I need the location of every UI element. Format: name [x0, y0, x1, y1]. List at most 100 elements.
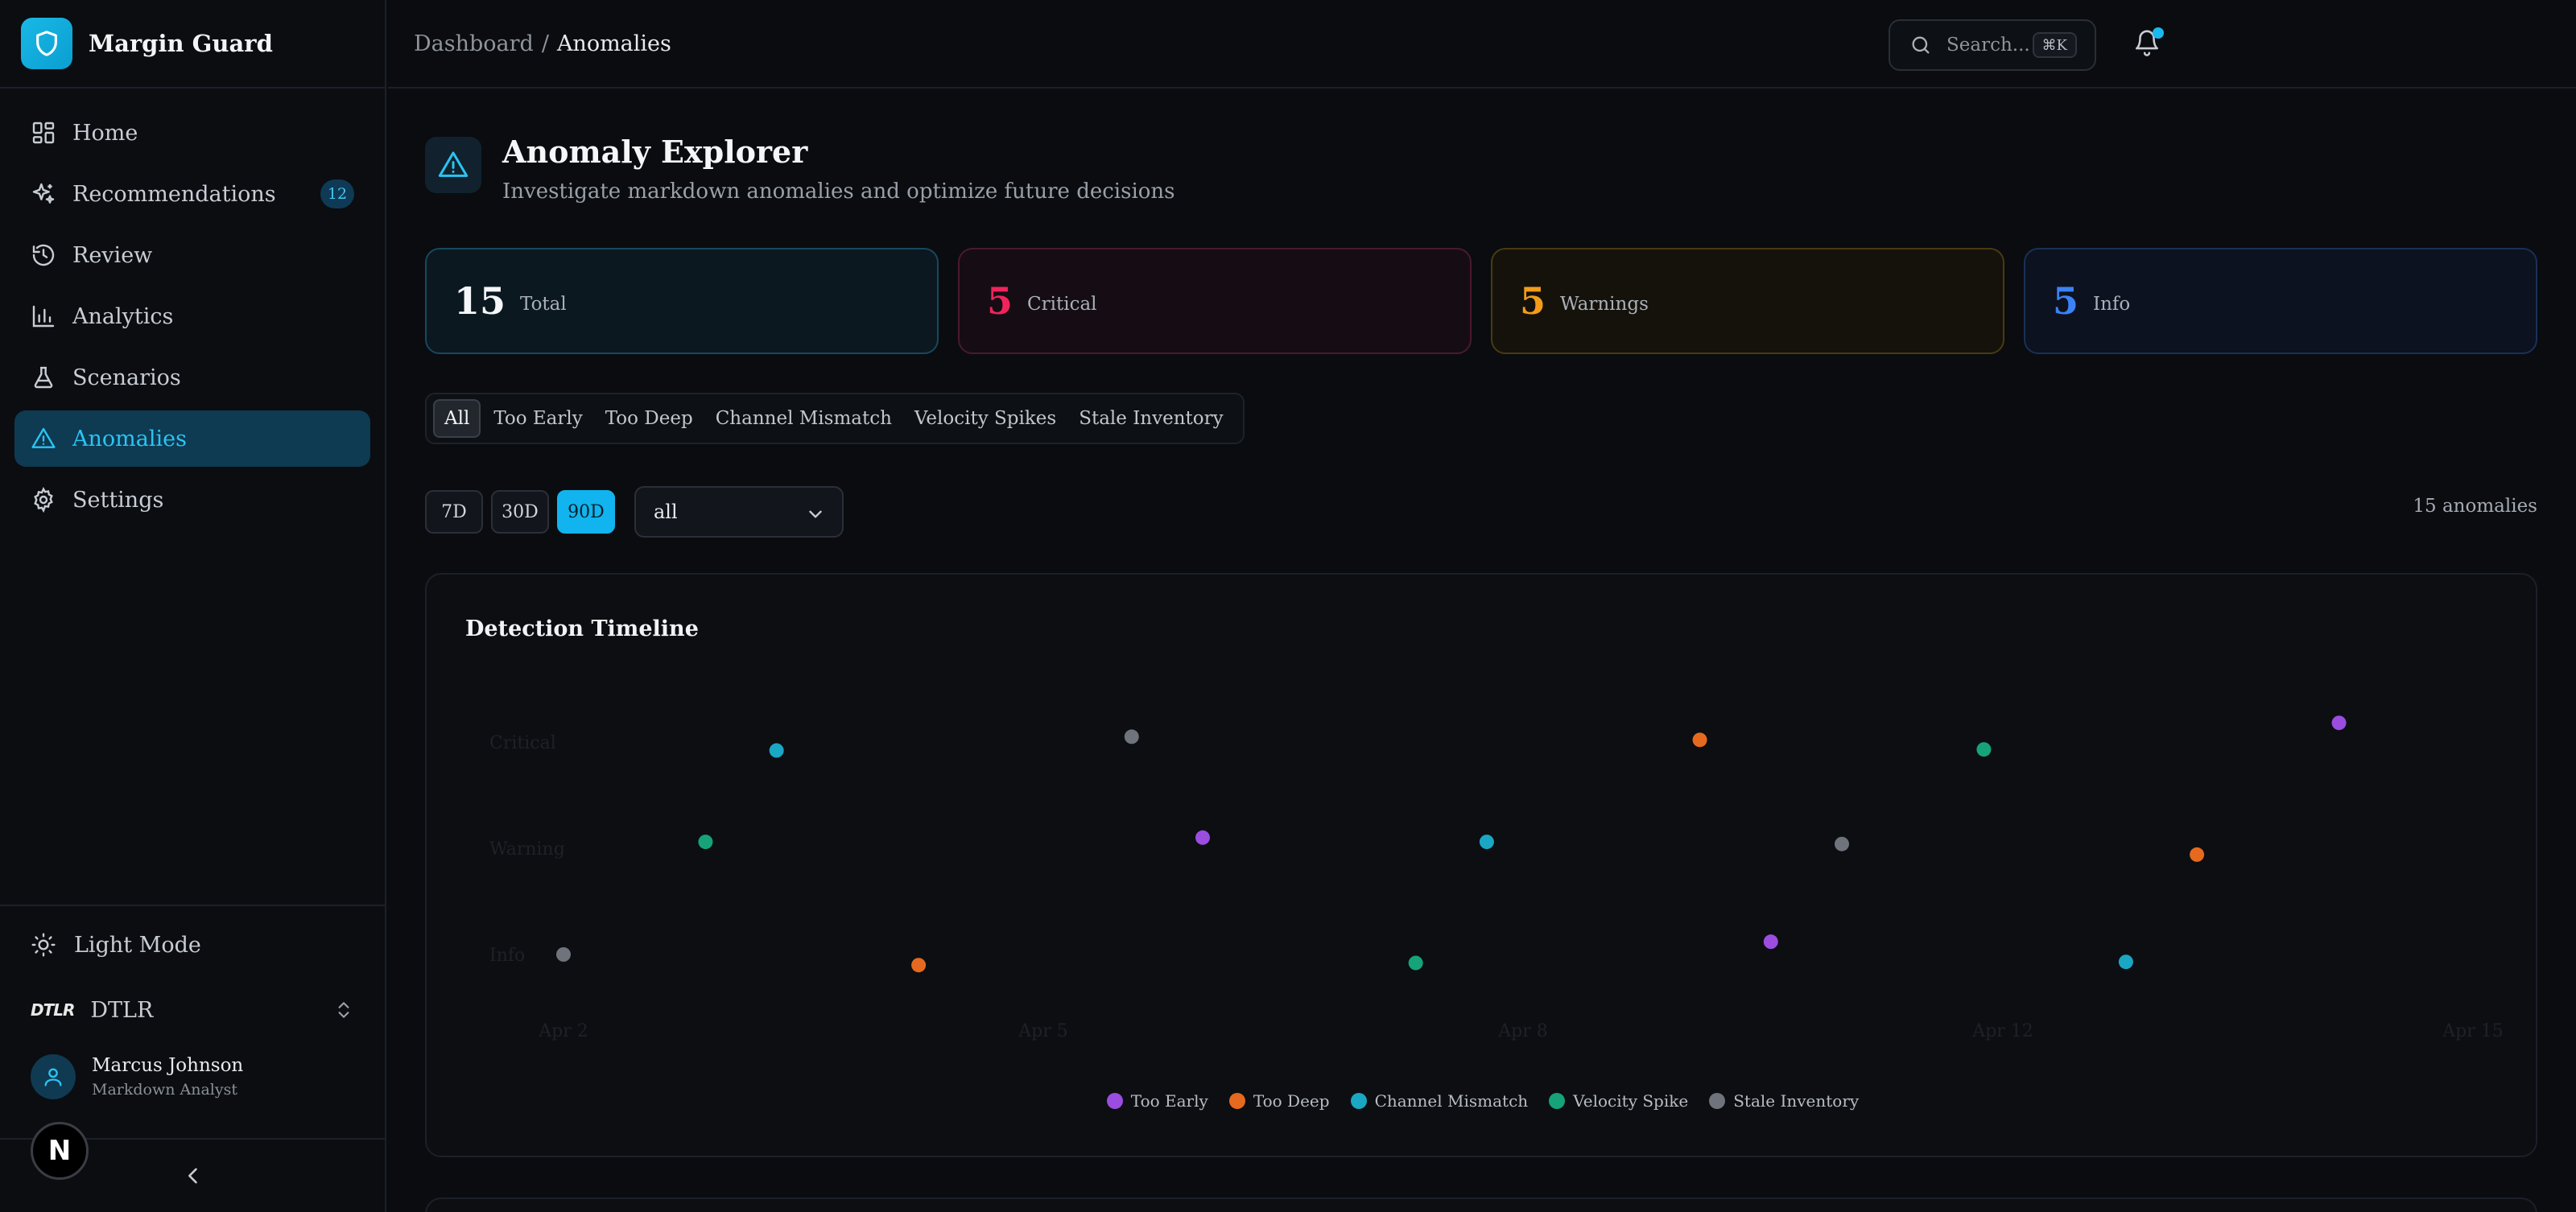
legend-item[interactable]: Channel Mismatch — [1350, 1091, 1529, 1111]
org-logo: DTLR — [31, 1000, 75, 1020]
alert-triangle-icon — [425, 137, 481, 193]
breadcrumb: Dashboard / Anomalies — [414, 31, 671, 56]
stat-value: 5 — [987, 279, 1013, 323]
anomaly-point[interactable] — [911, 958, 927, 973]
anomaly-point[interactable] — [1124, 729, 1139, 744]
legend-swatch — [1228, 1093, 1245, 1109]
breadcrumb-current: Anomalies — [556, 31, 671, 56]
topbar: Dashboard / Anomalies — [388, 0, 2576, 89]
nav-item-review[interactable]: Review — [14, 227, 370, 283]
stat-card-info[interactable]: 5 Info — [2024, 248, 2537, 354]
anomaly-point[interactable] — [2118, 954, 2133, 970]
anomaly-point[interactable] — [1479, 835, 1494, 850]
legend-item[interactable]: Too Early — [1106, 1091, 1208, 1111]
org-switcher[interactable]: DTLR DTLR — [0, 983, 386, 1037]
x-tick-label: Apr 8 — [1497, 1021, 1547, 1041]
nav-label: Analytics — [72, 303, 174, 329]
avatar — [31, 1054, 76, 1099]
tab-stale-inventory[interactable]: Stale Inventory — [1069, 399, 1232, 438]
chart-legend: Too Early Too Deep Channel Mismatch Velocit… — [427, 1091, 2539, 1111]
nav-item-analytics[interactable]: Analytics — [14, 288, 370, 344]
stat-value: 15 — [454, 279, 506, 323]
stat-card-total[interactable]: 15 Total — [425, 248, 939, 354]
range-controls: 7D 30D 90D all — [425, 486, 844, 538]
breadcrumb-root[interactable]: Dashboard — [414, 31, 534, 56]
sidebar-footer: Light Mode DTLR DTLR Marcus Johnson Mark… — [0, 905, 386, 1117]
anomaly-point[interactable] — [1692, 732, 1707, 748]
anomaly-point[interactable] — [2331, 715, 2347, 731]
page-title: Anomaly Explorer — [502, 134, 808, 170]
nav-label: Settings — [72, 487, 164, 513]
user-role: Markdown Analyst — [92, 1081, 238, 1099]
x-tick-label: Apr 12 — [1971, 1021, 2033, 1041]
theme-toggle-button[interactable]: Light Mode — [0, 906, 386, 983]
anomaly-point[interactable] — [2190, 847, 2205, 862]
user-name: Marcus Johnson — [92, 1055, 244, 1076]
stat-label: Total — [520, 294, 567, 315]
anomaly-type-tabs: All Too Early Too Deep Channel Mismatch … — [425, 393, 1245, 444]
anomaly-point[interactable] — [556, 947, 571, 962]
brand[interactable]: Margin Guard — [0, 0, 385, 89]
search-shortcut: ⌘K — [2032, 32, 2077, 58]
anomaly-point[interactable] — [1976, 742, 1992, 757]
x-tick-label: Apr 2 — [538, 1021, 588, 1041]
main-nav: Home Recommendations 12 Review Analytics — [0, 89, 385, 549]
severity-select[interactable]: all — [634, 486, 844, 538]
tab-all[interactable]: All — [433, 399, 481, 438]
gear-icon — [31, 487, 56, 513]
anomaly-point[interactable] — [1408, 955, 1423, 971]
notifications-button[interactable] — [2133, 27, 2164, 56]
range-90d-button[interactable]: 90D — [557, 490, 615, 534]
anomaly-point[interactable] — [1763, 934, 1778, 950]
anomaly-point[interactable] — [1195, 830, 1210, 845]
flask-icon — [31, 365, 56, 390]
range-30d-button[interactable]: 30D — [491, 490, 549, 534]
tab-velocity-spikes[interactable]: Velocity Spikes — [905, 399, 1066, 438]
anomaly-point[interactable] — [698, 835, 713, 850]
theme-toggle-label: Light Mode — [74, 932, 201, 958]
anomaly-point[interactable] — [1835, 836, 1849, 851]
nav-item-scenarios[interactable]: Scenarios — [14, 349, 370, 406]
chevron-up-down-icon — [333, 998, 354, 1022]
tab-too-deep[interactable]: Too Deep — [596, 399, 703, 438]
legend-item[interactable]: Stale Inventory — [1709, 1091, 1859, 1111]
nav-item-recommendations[interactable]: Recommendations 12 — [14, 166, 370, 222]
legend-label: Stale Inventory — [1733, 1091, 1860, 1111]
nav-item-home[interactable]: Home — [14, 105, 370, 161]
nav-label: Home — [72, 120, 138, 146]
stat-card-warnings[interactable]: 5 Warnings — [1491, 248, 2004, 354]
detection-timeline-chart: Info Warning Critical Apr 2 Apr 5 Apr 8 Apr 12… — [489, 715, 2504, 1041]
range-7d-button[interactable]: 7D — [425, 490, 483, 534]
stat-cards: 15 Total 5 Critical 5 Warnings 5 Info — [425, 248, 2537, 354]
stat-value: 5 — [1520, 279, 1546, 323]
legend-swatch — [1709, 1093, 1726, 1109]
legend-swatch — [1350, 1093, 1367, 1109]
nav-item-anomalies[interactable]: Anomalies — [14, 410, 370, 467]
nav-label: Recommendations — [72, 181, 276, 207]
stat-card-critical[interactable]: 5 Critical — [958, 248, 1472, 354]
search-icon — [1909, 34, 1932, 56]
breadcrumb-separator: / — [541, 31, 549, 56]
nav-item-settings[interactable]: Settings — [14, 472, 370, 528]
legend-item[interactable]: Too Deep — [1228, 1091, 1330, 1111]
dev-tools-badge[interactable]: N — [31, 1122, 89, 1180]
anomaly-count: 15 anomalies — [2413, 496, 2537, 517]
next-section-card — [425, 1198, 2537, 1212]
legend-label: Too Early — [1130, 1091, 1208, 1111]
tab-channel-mismatch[interactable]: Channel Mismatch — [706, 399, 902, 438]
y-tick-label: Warning — [489, 839, 565, 860]
anomaly-point[interactable] — [769, 743, 784, 758]
tab-too-early[interactable]: Too Early — [484, 399, 592, 438]
legend-label: Too Deep — [1253, 1091, 1330, 1111]
user-profile[interactable]: Marcus Johnson Markdown Analyst — [0, 1037, 386, 1117]
select-value: all — [654, 501, 678, 523]
detection-timeline-card: Detection Timeline Info Warning Critical Ap… — [425, 573, 2537, 1157]
search-input[interactable]: Search... ⌘K — [1889, 19, 2096, 71]
y-tick-label: Critical — [489, 733, 556, 753]
dashboard-icon — [31, 120, 56, 146]
legend-label: Channel Mismatch — [1374, 1091, 1529, 1111]
legend-item[interactable]: Velocity Spike — [1549, 1091, 1688, 1111]
shield-icon — [21, 18, 72, 69]
nav-label: Anomalies — [72, 426, 187, 451]
y-tick-label: Info — [489, 946, 525, 966]
